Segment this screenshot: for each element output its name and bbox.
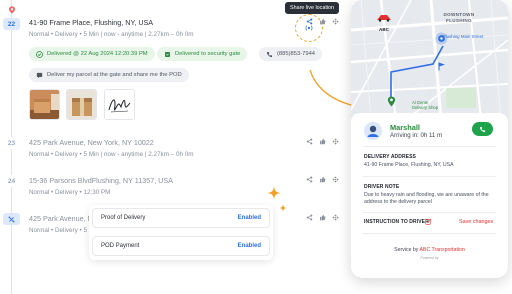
delivery-address-value: 41-90 Frame Place, Flushing, NY, USA <box>364 162 454 168</box>
move-icon[interactable] <box>332 138 339 145</box>
setting-value[interactable]: Enabled <box>238 215 261 221</box>
delivered-to-text: Delivered to security gate <box>175 51 241 57</box>
move-icon[interactable] <box>332 18 339 25</box>
stop-number-badge: 22 <box>3 18 20 30</box>
map-label-main-street: Flushing Main Street <box>443 34 484 39</box>
stop-number-badge: 23 <box>3 137 20 149</box>
driver-location-icon <box>435 32 448 45</box>
move-icon[interactable] <box>332 214 339 221</box>
divider <box>363 146 496 147</box>
service-by-label: Service by <box>394 247 419 253</box>
thumbs-icon[interactable] <box>319 176 326 183</box>
driver-note-title: DRIVER NOTE <box>364 184 400 190</box>
live-location-icon <box>305 25 313 31</box>
check-circle-icon <box>36 50 43 58</box>
stop-meta: Normal • Delivery • 12:30 PM <box>29 189 111 196</box>
stop-actions <box>306 214 339 221</box>
divider <box>363 212 496 213</box>
stop-marker <box>3 213 20 225</box>
stop-number-badge: 24 <box>3 175 20 187</box>
setting-value[interactable]: Enabled <box>238 243 261 249</box>
stop-address[interactable]: 425 Park Avenue, New York, NY 10022 <box>29 138 154 147</box>
note-icon <box>36 72 43 78</box>
stop-address[interactable]: 41-90 Frame Place, Flushing, NY, USA <box>29 18 153 27</box>
move-icon[interactable] <box>332 176 339 183</box>
setting-label: Proof of Delivery <box>101 215 146 221</box>
stop-meta: Normal • Delivery • 5 Min | now - anytim… <box>29 151 194 158</box>
call-driver-button[interactable] <box>472 122 493 136</box>
share-live-location-button[interactable] <box>295 14 323 42</box>
brand-logo: ABC <box>375 9 393 32</box>
pod-photo[interactable] <box>29 89 60 120</box>
stop-address[interactable]: 15-36 Parsons BlvdFlushing, NY 11357, US… <box>29 176 173 185</box>
tracking-map[interactable]: ABC DOWNTOWN FLUSHING Flushing Main Stre… <box>351 0 508 121</box>
sparkle-icon <box>279 204 287 212</box>
pod-settings-card: Proof of Delivery Enabled POD Payment En… <box>89 205 273 260</box>
pod-payment-setting[interactable]: POD Payment Enabled <box>92 236 270 256</box>
powered-by: Powered by <box>420 256 439 260</box>
delivered-to-pill: Delivered to security gate <box>157 47 248 61</box>
edit-icon[interactable] <box>425 218 432 225</box>
route-icon <box>8 216 15 222</box>
thumbs-icon[interactable] <box>319 138 326 145</box>
pod-photo[interactable] <box>66 89 97 120</box>
phone-icon <box>266 51 273 57</box>
stop-actions <box>306 176 339 183</box>
driver-eta: Arriving in: 0h 11 m <box>390 132 443 139</box>
stop-actions <box>306 138 339 145</box>
service-by-line: Service by ABC Transportation <box>351 247 508 253</box>
sparkle-icon <box>267 186 281 200</box>
service-company[interactable]: ABC Transportation <box>420 247 465 253</box>
map-label-store: Al Dente Delivery Shop <box>412 100 439 110</box>
divider <box>363 176 496 177</box>
proof-of-delivery-setting[interactable]: Proof of Delivery Enabled <box>92 208 270 228</box>
customer-tracking-phone: ABC DOWNTOWN FLUSHING Flushing Main Stre… <box>351 0 508 278</box>
map-label-downtown: DOWNTOWN FLUSHING <box>443 12 475 23</box>
customer-note-text: Deliver my parcel at the gate and share … <box>47 72 182 78</box>
share-icon[interactable] <box>306 176 313 183</box>
share-icon[interactable] <box>306 138 313 145</box>
instruction-title: INSTRUCTION TO DRIVER <box>364 219 429 225</box>
driver-name: Marshall <box>390 123 420 132</box>
store-pin-icon <box>387 96 396 107</box>
logo-truck-icon <box>377 15 391 22</box>
thumbs-icon[interactable] <box>319 214 326 221</box>
stop-meta: Normal • Delivery • 5 Min | now - anytim… <box>29 31 194 38</box>
divider <box>363 233 496 234</box>
delivered-status-text: Delivered @ 22 Aug 2024 12:20:39 PM <box>47 51 148 57</box>
brand-logo-text: ABC <box>379 27 389 32</box>
location-pin-icon <box>8 6 16 14</box>
phone-icon <box>479 126 486 132</box>
setting-label: POD Payment <box>101 243 140 249</box>
tracking-sheet: Marshall Arriving in: 0h 11 m DELIVERY A… <box>351 113 508 278</box>
share-icon[interactable] <box>306 214 313 221</box>
signature-image[interactable] <box>104 89 135 120</box>
save-changes-link[interactable]: Save changes <box>459 219 493 225</box>
delivery-address-title: DELIVERY ADDRESS <box>364 154 416 160</box>
driver-note-value: Due to heavy rain and flooding, we are u… <box>364 192 489 205</box>
driver-avatar <box>364 122 382 140</box>
delivered-status-pill: Delivered @ 22 Aug 2024 12:20:39 PM <box>29 47 155 61</box>
destination-flag-icon <box>438 62 445 71</box>
shield-icon <box>165 51 170 57</box>
share-live-location-tooltip: Share live location <box>285 2 340 14</box>
customer-note-pill: Deliver my parcel at the gate and share … <box>29 68 189 82</box>
